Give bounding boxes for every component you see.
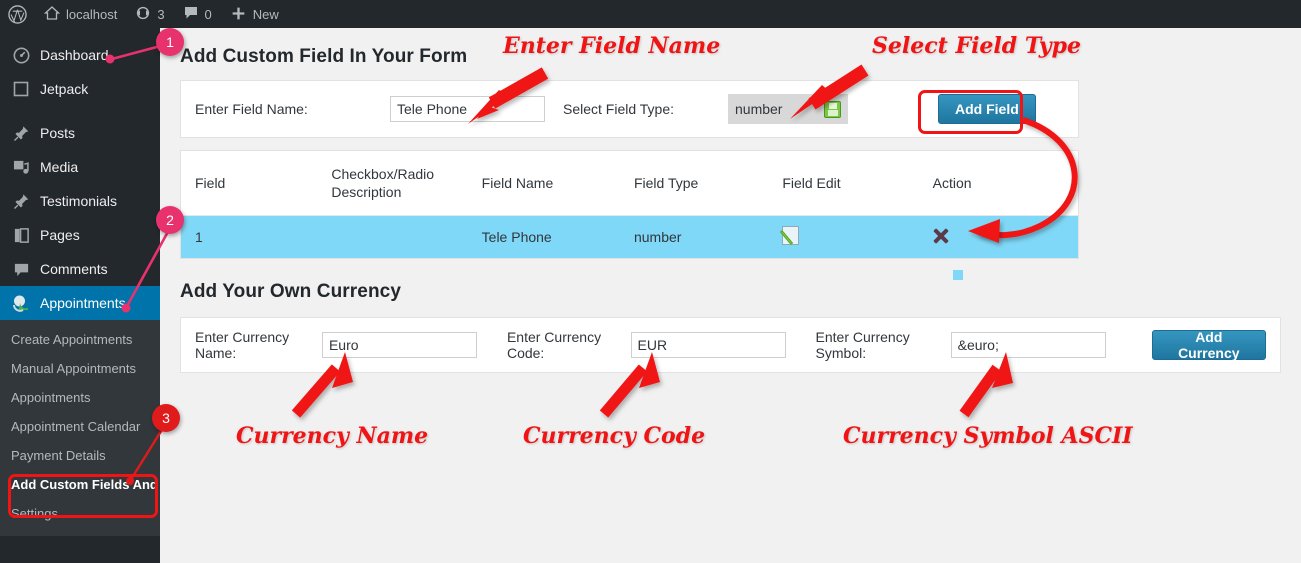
table-head: Field Checkbox/Radio Description Field N… [181, 151, 1078, 216]
currency-name-label: Enter Currency Name: [195, 329, 290, 361]
comments-menu[interactable]: 0 [174, 0, 221, 28]
cell-field-edit [782, 216, 932, 259]
sidebar-item-comments[interactable]: Comments [0, 252, 160, 286]
sidebar-subitem-manual-appointments[interactable]: Manual Appointments [0, 354, 160, 383]
blue-square-artifact [953, 270, 963, 280]
annotation-select-field-type: Select Field Type [872, 33, 1081, 59]
sidebar-subitem-appointment-calendar[interactable]: Appointment Calendar [0, 412, 160, 441]
add-currency-panel: Enter Currency Name: Enter Currency Code… [180, 317, 1281, 373]
new-content-menu[interactable]: New [221, 0, 288, 28]
sidebar-item-appointments[interactable]: Appointments [0, 286, 168, 320]
edit-pencil-icon[interactable] [782, 226, 800, 245]
pin-icon [11, 123, 31, 143]
column-header-field-type: Field Type [633, 175, 699, 191]
custom-fields-table-panel: Field Checkbox/Radio Description Field N… [180, 150, 1079, 259]
cell-field-type: number [633, 229, 682, 245]
currency-symbol-label: Enter Currency Symbol: [815, 329, 910, 361]
sidebar-item-dashboard[interactable]: Dashboard [0, 38, 160, 72]
cell-description [331, 216, 481, 259]
sidebar-item-media[interactable]: Media [0, 150, 160, 184]
field-type-select[interactable]: number [728, 94, 848, 124]
updates-menu[interactable]: 3 [126, 0, 173, 28]
jetpack-icon [11, 79, 31, 99]
updates-icon [135, 5, 151, 23]
screen-root: localhost 3 0 New Dashboard Jetpack Post… [0, 0, 1301, 563]
sidebar-item-label: Appointments [40, 295, 126, 311]
sidebar-item-label: Jetpack [40, 81, 89, 97]
column-header-description-line2: Description [331, 184, 402, 200]
custom-fields-table: Field Checkbox/Radio Description Field N… [181, 151, 1078, 258]
page-title-custom-field: Add Custom Field In Your Form [180, 46, 468, 67]
media-icon [11, 157, 31, 177]
table-body: 1 Tele Phone number [181, 215, 1078, 259]
marker-2: 2 [156, 206, 184, 234]
table-row[interactable]: 1 Tele Phone number [181, 215, 1078, 259]
wordpress-logo-icon[interactable] [0, 0, 35, 28]
comments-icon [183, 5, 199, 23]
column-header-field: Field [195, 175, 226, 191]
sidebar-subitem-appointments[interactable]: Appointments [0, 383, 160, 412]
currency-code-input[interactable] [630, 332, 786, 358]
admin-bar: localhost 3 0 New [0, 0, 1301, 28]
sidebar-item-pages[interactable]: Pages [0, 218, 160, 252]
delete-x-icon[interactable] [933, 228, 949, 244]
pin-icon [11, 191, 31, 211]
sidebar-item-label: Media [40, 159, 79, 175]
currency-symbol-input[interactable] [950, 332, 1106, 358]
green-save-icon [824, 100, 841, 118]
site-name-label: localhost [66, 6, 118, 22]
sidebar-item-label: Testimonials [40, 193, 118, 209]
column-header-action: Action [932, 175, 972, 191]
dashboard-icon [11, 45, 31, 65]
annotation-currency-name: Currency Name [236, 423, 429, 449]
sidebar-subitem-create-appointments[interactable]: Create Appointments [0, 325, 160, 354]
marker-1: 1 [156, 28, 184, 56]
annotation-currency-code: Currency Code [523, 423, 706, 449]
sidebar-item-label: Pages [40, 227, 80, 243]
field-name-label: Enter Field Name: [195, 101, 308, 117]
currency-name-input[interactable] [321, 332, 477, 358]
sidebar-item-label: Posts [40, 125, 76, 141]
page-title-currency: Add Your Own Currency [180, 281, 401, 302]
updates-count: 3 [157, 6, 165, 22]
wordpress-logo-glyph [8, 4, 27, 24]
new-label: New [252, 6, 279, 22]
add-currency-row: Enter Currency Name: Enter Currency Code… [181, 318, 1280, 372]
column-header-field-name: Field Name [481, 175, 554, 191]
comments-count: 0 [204, 6, 212, 22]
table-header-row: Field Checkbox/Radio Description Field N… [181, 151, 1078, 216]
sidebar-item-label: Comments [40, 261, 108, 277]
sidebar-item-testimonials[interactable]: Testimonials [0, 184, 160, 218]
cell-field-index: 1 [195, 229, 203, 245]
plus-icon [230, 5, 247, 24]
annotation-currency-symbol: Currency Symbol ASCII [843, 423, 1133, 449]
home-icon [43, 5, 61, 23]
field-type-selected-value: number [735, 101, 783, 117]
comment-icon [11, 259, 31, 279]
site-name-menu[interactable]: localhost [35, 0, 126, 28]
currency-code-label: Enter Currency Code: [506, 329, 602, 361]
highlight-box-submenu-item [8, 474, 158, 518]
column-header-description-line1: Checkbox/Radio [331, 166, 435, 182]
column-header-field-edit: Field Edit [782, 175, 841, 191]
sidebar-subitem-payment-details[interactable]: Payment Details [0, 441, 160, 470]
main-content: Add Custom Field In Your Form Enter Fiel… [160, 28, 1301, 563]
sidebar-item-label: Dashboard [40, 47, 109, 63]
sidebar-separator [0, 106, 160, 116]
sidebar-item-jetpack[interactable]: Jetpack [0, 72, 160, 106]
cell-field-name: Tele Phone [481, 229, 552, 245]
field-name-input[interactable] [390, 96, 545, 122]
highlight-box-add-field-button [918, 90, 1023, 134]
add-currency-button[interactable]: Add Currency [1151, 329, 1266, 361]
field-type-label: Select Field Type: [563, 101, 675, 117]
appointments-icon [11, 293, 31, 313]
cell-action [933, 216, 1078, 259]
pages-icon [11, 225, 31, 245]
marker-3: 3 [152, 404, 180, 432]
sidebar-item-posts[interactable]: Posts [0, 116, 160, 150]
column-header-description: Checkbox/Radio Description [331, 151, 481, 216]
annotation-enter-field-name: Enter Field Name [503, 33, 721, 59]
